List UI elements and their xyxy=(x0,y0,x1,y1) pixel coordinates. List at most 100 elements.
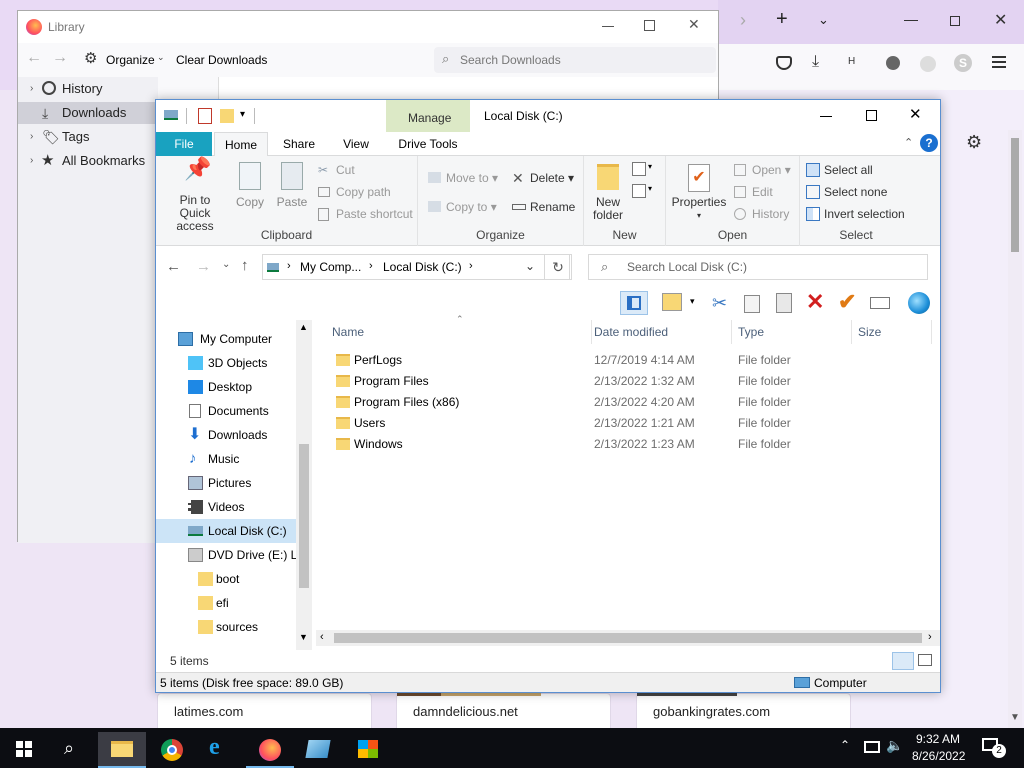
library-close-button[interactable]: ✕ xyxy=(688,16,700,33)
network-icon[interactable] xyxy=(864,741,880,753)
search-button[interactable]: ⌕ xyxy=(48,732,96,768)
invert-selection-button[interactable]: Invert selection xyxy=(804,204,905,224)
refresh-button[interactable]: ↻ xyxy=(544,254,572,280)
recent-locations-chevron-icon[interactable]: ⌄ xyxy=(222,259,230,270)
new-item-dropdown-icon[interactable]: ▾ xyxy=(648,162,652,171)
menu-icon[interactable] xyxy=(992,56,1006,68)
edit-button[interactable]: Edit xyxy=(732,182,773,202)
show-hidden-icons-chevron-icon[interactable]: ⌃ xyxy=(840,738,850,752)
rename-button[interactable]: Rename xyxy=(510,197,575,217)
organize-menu[interactable]: Organize xyxy=(106,53,155,67)
file-row[interactable]: Users 2/13/2022 1:21 AM File folder xyxy=(328,413,932,434)
explorer-close-button[interactable]: ✕ xyxy=(909,105,922,123)
tree-item-selected[interactable]: Local Disk (C:) xyxy=(156,519,296,543)
properties-check-icon[interactable] xyxy=(198,108,212,124)
cut-icon[interactable]: ✂ xyxy=(712,293,727,314)
tree-item[interactable]: efi xyxy=(156,591,296,615)
up-arrow-icon[interactable]: ↑ xyxy=(241,257,249,274)
scroll-thumb[interactable] xyxy=(299,444,309,588)
tree-item[interactable]: boot xyxy=(156,567,296,591)
ribbon-collapse-chevron-icon[interactable]: ⌃ xyxy=(904,136,913,149)
taskbar-windows-app[interactable] xyxy=(344,732,392,768)
copy-path-button[interactable]: Copy path xyxy=(316,182,391,202)
taskbar-explorer[interactable] xyxy=(98,732,146,768)
new-item-icon[interactable] xyxy=(632,162,646,176)
properties-dropdown-icon[interactable]: ▾ xyxy=(668,209,730,222)
explorer-search-input[interactable]: ⌕ Search Local Disk (C:) xyxy=(588,254,928,280)
new-folder-qat-icon[interactable] xyxy=(220,109,234,123)
tree-item[interactable]: ⬇ Downloads xyxy=(156,423,296,447)
taskbar-firefox[interactable] xyxy=(246,732,294,768)
tree-scrollbar[interactable]: ▲ ▼ xyxy=(296,320,312,650)
sidebar-item-history[interactable]: › History xyxy=(18,78,158,100)
tree-item[interactable]: Videos xyxy=(156,495,296,519)
history-button[interactable]: History xyxy=(732,204,789,224)
move-to-button[interactable]: Move to ▾ xyxy=(426,168,498,188)
open-button[interactable]: Open ▾ xyxy=(732,160,791,180)
ff-restore-button[interactable] xyxy=(950,16,960,26)
forward-arrow-icon[interactable]: → xyxy=(196,258,211,275)
large-icons-view-button[interactable] xyxy=(918,654,932,666)
volume-icon[interactable]: 🔈 xyxy=(886,737,903,754)
explorer-maximize-button[interactable] xyxy=(866,110,877,121)
tree-item[interactable]: Pictures xyxy=(156,471,296,495)
top-site-tile[interactable]: gobankingrates.com xyxy=(636,690,851,733)
file-row[interactable]: Program Files (x86) 2/13/2022 4:20 AM File… xyxy=(328,392,932,413)
rename-icon[interactable] xyxy=(870,297,890,309)
tree-item[interactable]: DVD Drive (E:) LF xyxy=(156,543,296,567)
select-none-button[interactable]: Select none xyxy=(804,182,887,202)
delete-icon[interactable]: ✕ xyxy=(806,289,824,315)
tab-view[interactable]: View xyxy=(328,132,384,156)
column-header-type[interactable]: Type xyxy=(732,320,852,344)
back-arrow-icon[interactable]: ← xyxy=(26,49,42,67)
expand-chevron-icon[interactable]: › xyxy=(30,126,33,148)
tab-drive-tools[interactable]: Drive Tools xyxy=(386,132,470,156)
view-options-dropdown-icon[interactable]: ▾ xyxy=(690,296,695,307)
scroll-down-arrow-icon[interactable]: ▼ xyxy=(299,632,308,642)
tab-share[interactable]: Share xyxy=(272,132,326,156)
clear-downloads-button[interactable]: Clear Downloads xyxy=(176,53,267,67)
sync-icon[interactable] xyxy=(920,56,936,72)
address-bar[interactable]: › My Comp... › Local Disk (C:) › ⌄ xyxy=(262,254,570,280)
tree-item[interactable]: 3D Objects xyxy=(156,351,296,375)
breadcrumb-my-computer[interactable]: My Comp... xyxy=(300,260,361,274)
gear-icon[interactable]: ⚙ xyxy=(966,132,982,153)
scroll-down-arrow[interactable]: ▼ xyxy=(1010,712,1020,723)
select-all-button[interactable]: Select all xyxy=(804,160,873,180)
sidebar-item-downloads[interactable]: ⤓ Downloads xyxy=(18,102,158,124)
easy-access-icon[interactable] xyxy=(632,184,646,198)
start-button[interactable] xyxy=(0,732,48,768)
ff-minimize-button[interactable] xyxy=(904,20,918,21)
top-site-tile[interactable]: damndelicious.net xyxy=(396,690,611,733)
tab-home[interactable]: Home xyxy=(214,132,268,156)
paste-shortcut-button[interactable]: Paste shortcut xyxy=(316,204,413,224)
horizontal-scrollbar[interactable]: ‹ › xyxy=(316,630,940,646)
breadcrumb-local-disk[interactable]: Local Disk (C:) xyxy=(383,260,462,274)
taskbar-app[interactable] xyxy=(294,732,342,768)
clock-time[interactable]: 9:32 AM xyxy=(916,732,960,746)
globe-icon[interactable] xyxy=(908,292,930,314)
help-icon[interactable]: ? xyxy=(920,134,938,152)
tree-item[interactable]: ♪ Music xyxy=(156,447,296,471)
library-search-input[interactable]: ⌕ Search Downloads xyxy=(434,47,716,73)
file-row[interactable]: Windows 2/13/2022 1:23 AM File folder xyxy=(328,434,932,455)
explorer-minimize-button[interactable] xyxy=(820,116,832,117)
expand-chevron-icon[interactable]: › xyxy=(30,78,33,100)
file-row[interactable]: Program Files 2/13/2022 1:32 AM File folde… xyxy=(328,371,932,392)
top-site-tile[interactable]: latimes.com xyxy=(157,693,372,733)
taskbar-ie[interactable]: e xyxy=(196,732,244,768)
notification-center-button[interactable]: 2 xyxy=(980,736,1006,758)
copy-icon[interactable] xyxy=(744,295,760,313)
tab-file[interactable]: File xyxy=(156,132,212,156)
address-history-chevron-icon[interactable]: ⌄ xyxy=(525,259,535,273)
tree-item[interactable]: Desktop xyxy=(156,375,296,399)
qat-dropdown-icon[interactable]: ▾ xyxy=(240,109,245,120)
page-scrollbar[interactable] xyxy=(1008,130,1022,728)
forward-arrow-icon[interactable]: → xyxy=(52,49,68,67)
library-minimize-button[interactable] xyxy=(602,26,614,27)
new-folder-button[interactable]: New folder xyxy=(588,160,628,222)
details-view-button[interactable] xyxy=(892,652,914,670)
tree-item[interactable]: Documents xyxy=(156,399,296,423)
pin-quick-access-button[interactable]: 📌 Pin to Quick access xyxy=(160,158,230,233)
delete-button[interactable]: ✕ Delete ▾ xyxy=(510,168,574,188)
